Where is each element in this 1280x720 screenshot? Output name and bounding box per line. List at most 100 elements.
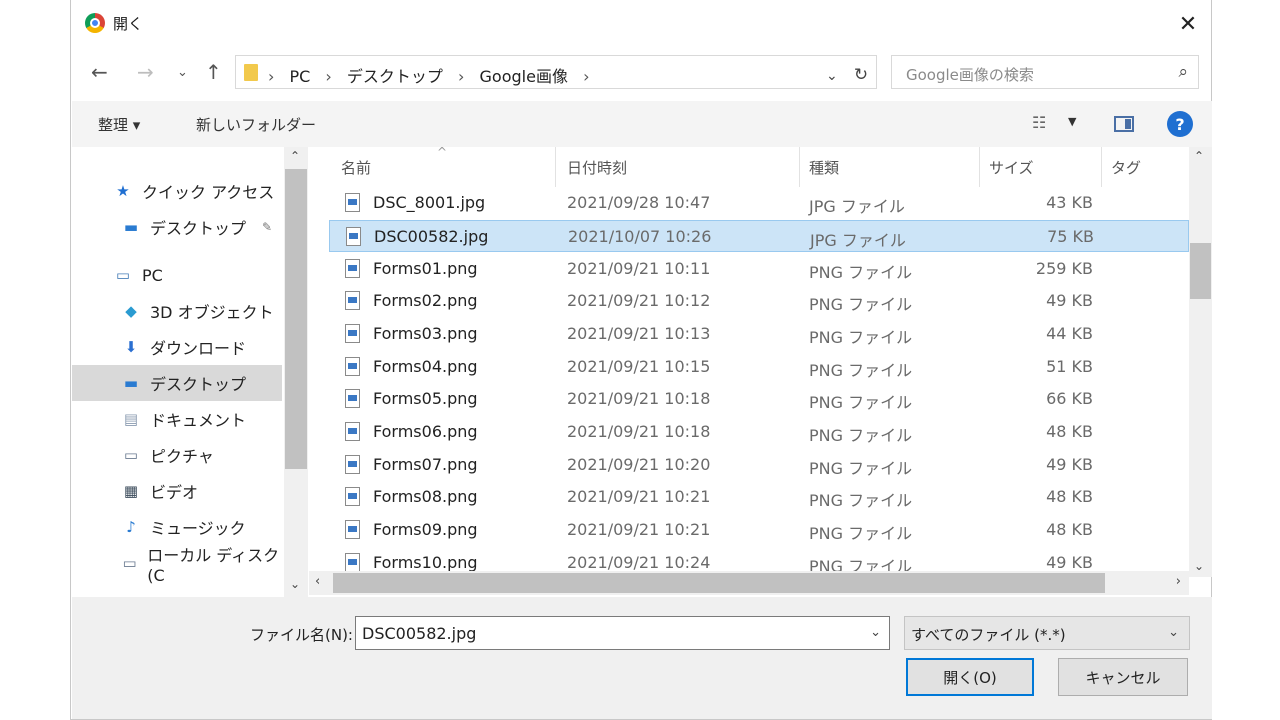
column-header-size[interactable]: サイズ [989,157,1034,178]
file-size: 259 KB [1035,259,1093,278]
vertical-scroll-thumb[interactable] [1190,243,1211,299]
window-title: 開く [113,15,144,33]
nav-local-disk[interactable]: ▭ ローカル ディスク (C [72,545,282,585]
nav-scrollbar[interactable]: ⌃ ⌄ [284,147,308,597]
nav-3d-objects[interactable]: ◆ 3D オブジェクト [72,293,282,329]
image-file-icon [345,324,360,343]
file-name: Forms01.png [373,259,478,278]
nav-videos[interactable]: ▦ ビデオ [72,473,282,509]
nav-label: 3D オブジェクト [150,303,274,322]
horizontal-scroll-thumb[interactable] [333,573,1105,593]
address-bar[interactable]: › PC › デスクトップ › Google画像 › ⌄ ↻ [235,55,877,89]
nav-pc[interactable]: ▭ PC [72,257,282,293]
table-row[interactable]: Forms03.png 2021/09/21 10:13 PNG ファイル 44… [329,318,1189,350]
file-name: DSC_8001.jpg [373,193,486,212]
image-file-icon [345,259,360,278]
search-input[interactable]: Google画像の検索 ⌕ [891,55,1199,89]
file-type: PNG ファイル [809,524,913,543]
help-icon[interactable]: ? [1167,111,1193,137]
scroll-down-icon[interactable]: ⌄ [1194,559,1204,573]
preview-pane-icon[interactable] [1114,116,1134,132]
scroll-down-icon[interactable]: ⌄ [290,577,300,591]
file-type: PNG ファイル [809,361,913,380]
table-row[interactable]: Forms07.png 2021/09/21 10:20 PNG ファイル 49… [329,449,1189,481]
breadcrumb-desktop[interactable]: デスクトップ [347,67,443,86]
image-file-icon [345,422,360,441]
open-file-dialog: 開く ✕ ← → ⌄ ↑ › PC › デスクトップ › Google画像 › … [70,0,1212,720]
open-button[interactable]: 開く(O) [906,658,1034,696]
file-name: Forms10.png [373,553,478,572]
file-size: 43 KB [1046,193,1093,212]
chevron-down-icon[interactable]: ⌄ [826,68,838,84]
nav-desktop-pinned[interactable]: ▬ デスクトップ ✎ [72,209,282,245]
star-icon: ★ [116,182,130,200]
scroll-up-icon[interactable]: ⌃ [1194,149,1204,163]
filetype-select[interactable]: すべてのファイル (*.*) ⌄ [904,616,1190,650]
chevron-down-icon[interactable]: ⌄ [870,625,881,640]
breadcrumb-pc[interactable]: PC [290,67,311,86]
scroll-left-icon[interactable]: ‹ [315,574,320,589]
view-dropdown-icon[interactable]: ▼ [1068,115,1076,128]
file-list: ^ 名前 日付時刻 種類 サイズ タグ DSC_8001.jpg 2021/09… [309,147,1212,597]
desktop-icon: ▬ [123,374,139,392]
document-icon: ▤ [123,410,139,428]
table-row[interactable]: DSC_8001.jpg 2021/09/28 10:47 JPG ファイル 4… [329,187,1189,219]
nav-downloads[interactable]: ⬇ ダウンロード [72,329,282,365]
scroll-up-icon[interactable]: ⌃ [290,149,300,163]
refresh-button[interactable]: ↻ [848,62,874,88]
nav-documents[interactable]: ▤ ドキュメント [72,401,282,437]
file-type: PNG ファイル [809,263,913,282]
table-row[interactable]: Forms01.png 2021/09/21 10:11 PNG ファイル 25… [329,253,1189,285]
breadcrumb-google-images[interactable]: Google画像 [480,67,568,86]
filename-label: ファイル名(N): [250,626,353,644]
file-name: Forms07.png [373,455,478,474]
view-options-icon[interactable]: ☷ [1032,113,1046,132]
file-size: 44 KB [1046,324,1093,343]
back-button[interactable]: ← [91,60,108,84]
vertical-scrollbar[interactable]: ⌃ ⌄ [1189,147,1212,577]
table-row[interactable]: Forms05.png 2021/09/21 10:18 PNG ファイル 66… [329,383,1189,415]
table-row-selected[interactable]: DSC00582.jpg 2021/10/07 10:26 JPG ファイル 7… [329,220,1189,252]
nav-pictures[interactable]: ▭ ピクチャ [72,437,282,473]
table-row[interactable]: Forms06.png 2021/09/21 10:18 PNG ファイル 48… [329,416,1189,448]
image-file-icon [345,389,360,408]
scroll-right-icon[interactable]: › [1176,574,1181,589]
download-icon: ⬇ [124,338,138,356]
close-button[interactable]: ✕ [1165,4,1211,44]
column-headers: ^ 名前 日付時刻 種類 サイズ タグ [309,147,1189,187]
up-button[interactable]: ↑ [205,60,222,84]
column-header-date[interactable]: 日付時刻 [567,157,627,178]
new-folder-button[interactable]: 新しいフォルダー [196,114,316,135]
image-file-icon [345,193,360,212]
forward-button[interactable]: → [137,60,154,84]
desktop-icon: ▬ [123,218,139,236]
table-row[interactable]: Forms09.png 2021/09/21 10:21 PNG ファイル 48… [329,514,1189,546]
table-row[interactable]: Forms04.png 2021/09/21 10:15 PNG ファイル 51… [329,351,1189,383]
file-type: PNG ファイル [809,328,913,347]
image-file-icon [345,291,360,310]
file-date: 2021/09/21 10:11 [567,259,711,278]
column-header-tag[interactable]: タグ [1111,157,1141,178]
sort-ascending-icon: ^ [437,147,448,159]
nav-music[interactable]: ♪ ミュージック [72,509,282,545]
nav-quick-access[interactable]: ★ クイック アクセス [72,173,282,209]
organize-button[interactable]: 整理 ▾ [98,114,140,135]
table-row[interactable]: Forms08.png 2021/09/21 10:21 PNG ファイル 48… [329,481,1189,513]
horizontal-scrollbar[interactable]: ‹ › [309,571,1189,595]
image-file-icon [345,520,360,539]
cancel-button[interactable]: キャンセル [1058,658,1188,696]
video-icon: ▦ [123,482,139,500]
recent-locations-button[interactable]: ⌄ [177,65,188,80]
table-row[interactable]: Forms02.png 2021/09/21 10:12 PNG ファイル 49… [329,285,1189,317]
image-file-icon [345,553,360,572]
nav-label: PC [142,265,163,285]
column-header-type[interactable]: 種類 [809,157,839,178]
nav-scroll-thumb[interactable] [285,169,307,469]
nav-desktop[interactable]: ▬ デスクトップ [72,365,282,401]
pin-icon: ✎ [262,220,273,234]
file-type: JPG ファイル [810,231,906,250]
file-size: 51 KB [1046,357,1093,376]
file-type: PNG ファイル [809,491,913,510]
column-header-name[interactable]: 名前 [341,157,371,178]
filename-field[interactable]: DSC00582.jpg ⌄ [355,616,890,650]
